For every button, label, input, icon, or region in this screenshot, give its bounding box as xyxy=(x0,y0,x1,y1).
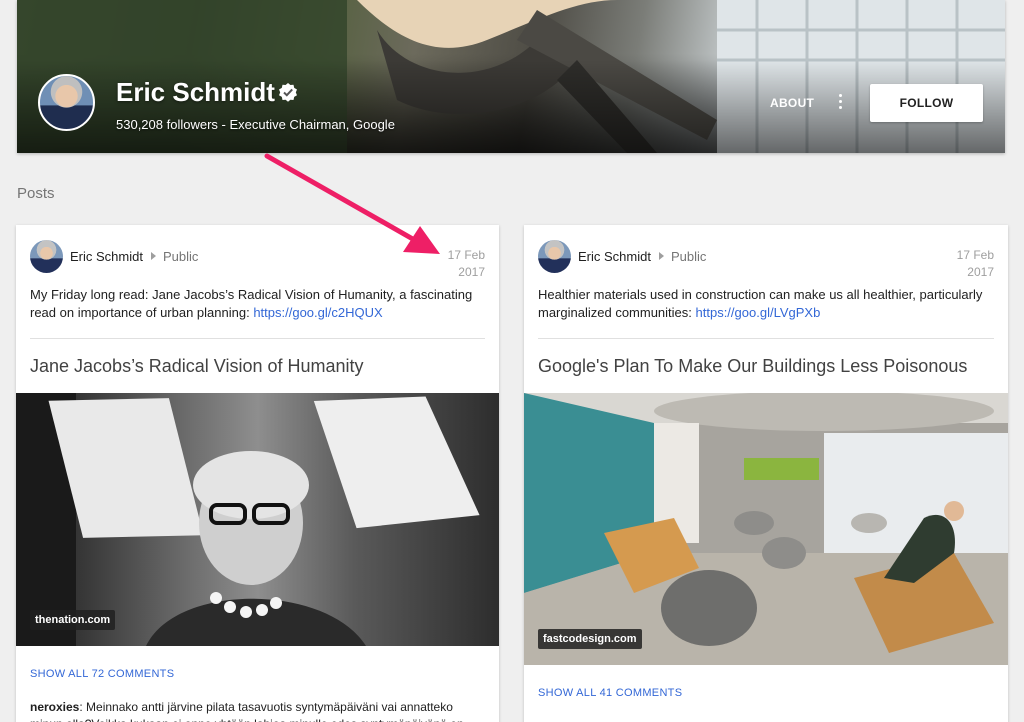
post-date-year: 2017 xyxy=(458,265,485,279)
author-name[interactable]: Eric Schmidt xyxy=(70,249,143,264)
article-photo xyxy=(524,393,1008,665)
link-preview-image[interactable]: fastcodesign.com xyxy=(524,393,1008,665)
article-photo xyxy=(16,393,480,646)
author-avatar[interactable] xyxy=(538,239,571,273)
chevron-right-icon xyxy=(658,252,664,260)
post-text: My Friday long read: Jane Jacobs’s Radic… xyxy=(30,286,480,322)
profile-subtitle: 530,208 followers - Executive Chairman, … xyxy=(116,117,395,132)
divider xyxy=(538,338,994,339)
post-card: Eric Schmidt Public 17 Feb 2017 My Frida… xyxy=(16,225,499,722)
post-link[interactable]: https://goo.gl/c2HQUX xyxy=(253,305,382,320)
post-visibility: Public xyxy=(670,248,707,264)
link-source-badge: thenation.com xyxy=(30,610,116,630)
post-body: My Friday long read: Jane Jacobs’s Radic… xyxy=(30,287,473,320)
post-text: Healthier materials used in construction… xyxy=(538,286,988,322)
post-link[interactable]: https://goo.gl/LVgPXb xyxy=(696,305,821,320)
author-avatar[interactable] xyxy=(30,239,63,273)
verified-icon xyxy=(279,83,297,102)
comment-author[interactable]: neroxies xyxy=(30,700,79,714)
post-date-year: 2017 xyxy=(967,265,994,279)
show-all-comments-link[interactable]: SHOW ALL 72 COMMENTS xyxy=(30,668,174,680)
link-preview-image[interactable]: thenation.com xyxy=(16,393,499,646)
post-date-day: 17 Feb xyxy=(447,248,485,262)
post-date[interactable]: 17 Feb 2017 xyxy=(425,247,485,281)
comment-preview: neroxies: Meinnako antti järvine pilata … xyxy=(30,699,480,722)
post-date[interactable]: 17 Feb 2017 xyxy=(934,247,994,281)
divider xyxy=(30,338,485,339)
about-link[interactable]: ABOUT xyxy=(770,96,814,110)
post-visibility: Public xyxy=(162,248,199,264)
link-preview-title[interactable]: Google's Plan To Make Our Buildings Less… xyxy=(538,356,967,377)
more-vert-icon[interactable] xyxy=(836,94,844,112)
show-all-comments-link[interactable]: SHOW ALL 41 COMMENTS xyxy=(538,687,682,699)
post-header: Eric Schmidt Public xyxy=(30,239,198,273)
link-preview-title[interactable]: Jane Jacobs’s Radical Vision of Humanity xyxy=(30,356,364,377)
comment-text: : Meinnako antti järvine pilata tasavuot… xyxy=(30,700,464,722)
profile-name: Eric Schmidt xyxy=(116,77,275,107)
link-source-badge: fastcodesign.com xyxy=(538,629,642,649)
section-title: Posts xyxy=(17,185,55,202)
post-date-day: 17 Feb xyxy=(956,248,994,262)
follow-button[interactable]: FOLLOW xyxy=(870,84,983,122)
post-card: Eric Schmidt Public 17 Feb 2017 Healthie… xyxy=(524,225,1008,722)
chevron-right-icon xyxy=(150,252,156,260)
post-header: Eric Schmidt Public xyxy=(538,239,706,273)
author-name[interactable]: Eric Schmidt xyxy=(578,249,651,264)
profile-avatar[interactable] xyxy=(38,74,95,131)
